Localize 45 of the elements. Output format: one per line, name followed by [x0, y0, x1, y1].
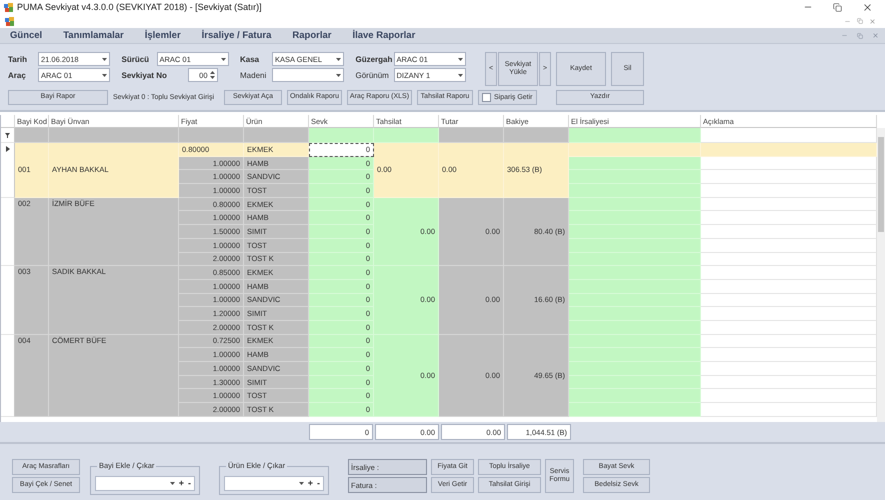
field-label: Madeni: [240, 70, 266, 80]
dropdown-arrow-icon[interactable]: [336, 58, 341, 60]
field-label: Güzergah: [356, 54, 392, 64]
row-indicator[interactable]: [1, 266, 15, 335]
dropdown-field[interactable]: + -: [95, 476, 195, 490]
add-button[interactable]: +: [308, 478, 313, 488]
add-button[interactable]: +: [178, 478, 184, 488]
field-label: Araç: [8, 70, 26, 80]
dropdown-arrow-icon[interactable]: [220, 58, 226, 60]
menu-item[interactable]: Güncel: [10, 30, 42, 41]
current-row-icon: [6, 146, 10, 152]
menu-item[interactable]: Raporlar: [292, 30, 332, 41]
field-label: Tarih: [8, 54, 27, 64]
row-indicator[interactable]: [1, 143, 15, 198]
scroll-bar[interactable]: [877, 128, 885, 422]
dropdown-arrow-icon[interactable]: [102, 58, 107, 60]
field-label: Sevkiyat No: [122, 70, 167, 80]
menu-item[interactable]: İlave Raporlar: [352, 30, 416, 41]
field-label: Sürücü: [122, 54, 150, 64]
dropdown-arrow-icon[interactable]: [170, 482, 175, 484]
dropdown-arrow-icon[interactable]: [458, 74, 462, 76]
filter-icon[interactable]: [5, 133, 10, 138]
app-icon: [4, 2, 13, 12]
window-title: PUMA Sevkiyat v4.3.0.0 (SEVKIYAT 2018) - [Sevkiyat (Satır)]: [17, 2, 263, 12]
dropdown-arrow-icon[interactable]: [458, 58, 462, 60]
menu-item[interactable]: İrsaliye / Fatura: [202, 30, 272, 41]
remove-button[interactable]: -: [317, 478, 320, 488]
menu-item[interactable]: Tanımlamalar: [63, 30, 124, 41]
menu-item[interactable]: İşlemler: [144, 30, 181, 41]
spinner-arrows-icon[interactable]: [210, 71, 214, 79]
restore-icon[interactable]: [833, 2, 842, 12]
dropdown-arrow-icon[interactable]: [336, 74, 341, 76]
field-label: Görünüm: [356, 70, 389, 80]
field-label: Kasa: [240, 54, 260, 64]
dropdown-field[interactable]: [272, 68, 344, 82]
row-indicator[interactable]: [1, 334, 15, 417]
row-indicator[interactable]: [1, 198, 15, 266]
dropdown-field[interactable]: + -: [224, 476, 324, 490]
remove-button[interactable]: -: [188, 478, 191, 488]
app-icon: [5, 16, 14, 26]
dropdown-arrow-icon[interactable]: [298, 482, 304, 484]
dropdown-arrow-icon[interactable]: [102, 74, 107, 76]
filter-cell[interactable]: [701, 128, 877, 143]
close-icon[interactable]: [862, 2, 873, 12]
checkbox[interactable]: [482, 93, 491, 102]
